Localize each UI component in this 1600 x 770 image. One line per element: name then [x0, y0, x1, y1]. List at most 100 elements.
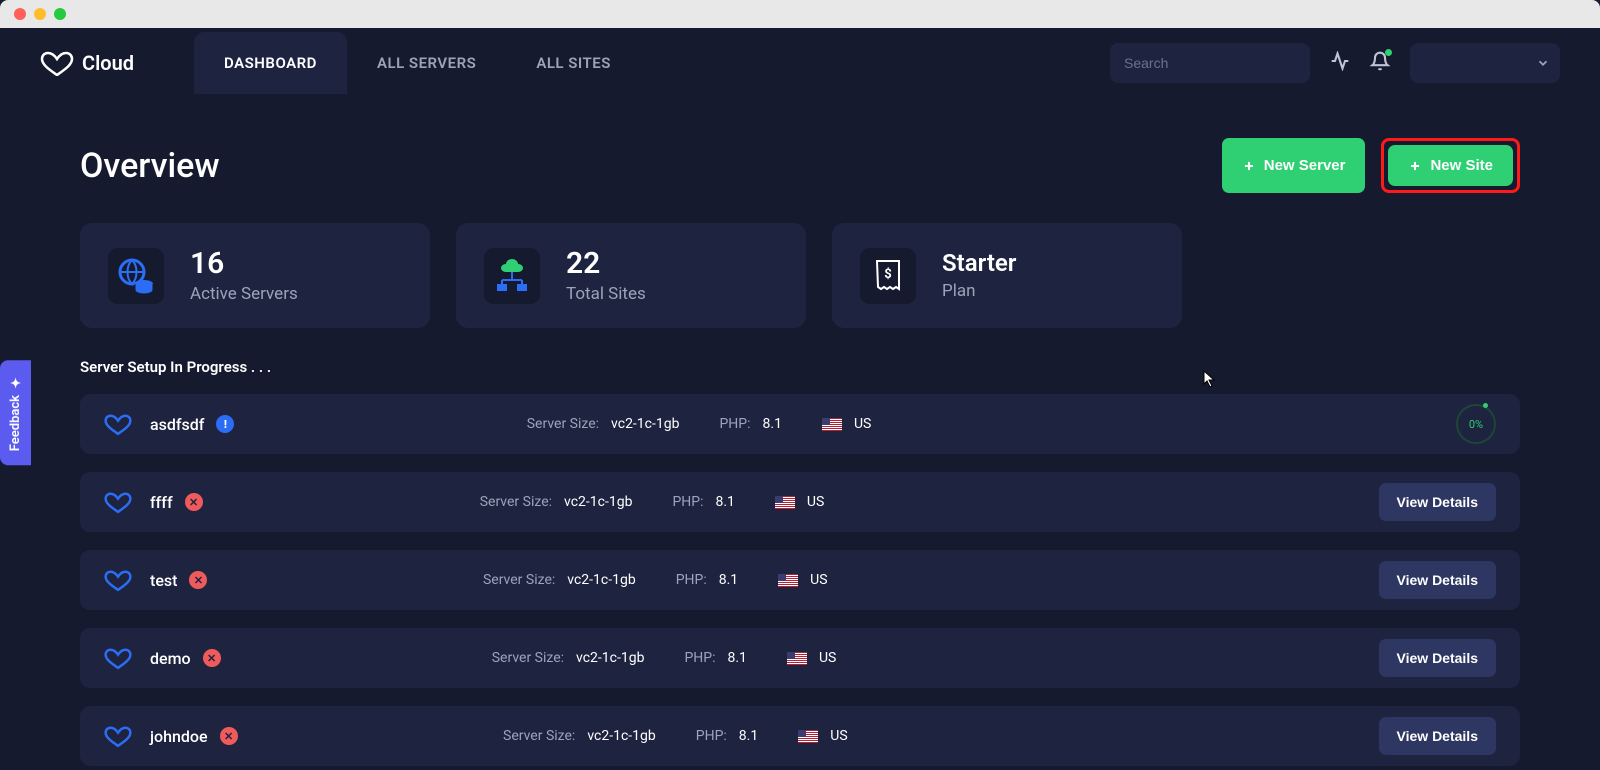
user-menu[interactable]	[1410, 43, 1560, 83]
new-site-label: New Site	[1430, 157, 1493, 174]
status-badge: ✕	[189, 571, 207, 589]
server-row[interactable]: demo✕Server Size:vc2-1c-1gbPHP:8.1USView…	[80, 628, 1520, 688]
stat-servers-value: 16	[190, 247, 298, 280]
php-value: 8.1	[763, 416, 782, 432]
server-name: asdfsdf	[150, 415, 204, 434]
size-label: Server Size:	[492, 650, 564, 666]
php-value: 8.1	[715, 494, 734, 510]
feedback-label: Feedback	[8, 395, 23, 451]
server-name: demo	[150, 649, 191, 668]
size-value: vc2-1c-1gb	[576, 650, 644, 666]
size-label: Server Size:	[480, 494, 552, 510]
size-value: vc2-1c-1gb	[587, 728, 655, 744]
country-value: US	[854, 416, 871, 432]
country-value: US	[830, 728, 847, 744]
server-details: Server Size:vc2-1c-1gbPHP:8.1US	[492, 650, 837, 666]
sparkle-icon: ✦	[8, 374, 23, 389]
stat-total-sites: 22 Total Sites	[456, 223, 806, 328]
plus-icon	[1408, 159, 1422, 173]
server-name: johndoe	[150, 727, 208, 746]
tab-dashboard[interactable]: DASHBOARD	[194, 32, 347, 94]
svg-text:$: $	[884, 267, 891, 282]
new-site-button[interactable]: New Site	[1388, 145, 1513, 186]
heart-icon	[104, 568, 132, 592]
stat-servers-label: Active Servers	[190, 284, 298, 304]
status-badge: ✕	[185, 493, 203, 511]
notifications-icon[interactable]	[1370, 51, 1390, 75]
top-nav: Cloud DASHBOARD ALL SERVERS ALL SITES	[0, 28, 1600, 98]
heart-icon	[104, 724, 132, 748]
flag-icon	[775, 496, 795, 509]
highlight-annotation: New Site	[1381, 138, 1520, 193]
notification-dot-icon	[1385, 49, 1392, 56]
receipt-icon: $	[872, 258, 904, 294]
close-window-icon[interactable]	[14, 8, 26, 20]
php-value: 8.1	[739, 728, 758, 744]
view-details-button[interactable]: View Details	[1379, 639, 1496, 677]
view-details-button[interactable]: View Details	[1379, 561, 1496, 599]
heart-icon	[104, 412, 132, 436]
php-label: PHP:	[676, 572, 707, 588]
nav-tabs: DASHBOARD ALL SERVERS ALL SITES	[194, 32, 641, 94]
php-label: PHP:	[719, 416, 750, 432]
country-value: US	[819, 650, 836, 666]
status-badge: ✕	[203, 649, 221, 667]
status-badge: !	[216, 415, 234, 433]
server-row[interactable]: ffff✕Server Size:vc2-1c-1gbPHP:8.1USView…	[80, 472, 1520, 532]
php-label: PHP:	[672, 494, 703, 510]
heart-icon	[40, 50, 74, 76]
tab-all-sites[interactable]: ALL SITES	[506, 32, 641, 94]
chevron-down-icon	[1536, 56, 1550, 70]
server-name: test	[150, 571, 177, 590]
size-label: Server Size:	[527, 416, 599, 432]
page-title: Overview	[80, 146, 220, 186]
tab-all-servers[interactable]: ALL SERVERS	[347, 32, 506, 94]
view-details-button[interactable]: View Details	[1379, 483, 1496, 521]
new-server-button[interactable]: New Server	[1222, 138, 1366, 193]
search-box[interactable]	[1110, 43, 1310, 83]
server-row[interactable]: johndoe ✕ Server Size: vc2-1c-1gb PHP: 8.1 US V…	[80, 706, 1520, 766]
flag-icon	[778, 574, 798, 587]
server-details: Server Size:vc2-1c-1gbPHP:8.1US	[483, 572, 828, 588]
status-badge: ✕	[220, 727, 238, 745]
php-value: 8.1	[728, 650, 747, 666]
flag-icon	[822, 418, 842, 431]
main-content: Overview New Server New Site 16 Active S…	[0, 98, 1600, 766]
stat-sites-value: 22	[566, 247, 646, 280]
size-label: Server Size:	[503, 728, 575, 744]
country-value: US	[810, 572, 827, 588]
brand-name: Cloud	[82, 51, 134, 75]
flag-icon	[787, 652, 807, 665]
size-value: vc2-1c-1gb	[611, 416, 679, 432]
server-details: Server Size: vc2-1c-1gb PHP: 8.1 US	[480, 494, 825, 510]
stat-active-servers: 16 Active Servers	[80, 223, 430, 328]
minimize-window-icon[interactable]	[34, 8, 46, 20]
feedback-tab[interactable]: Feedback ✦	[0, 360, 31, 465]
stat-plan-label: Plan	[942, 281, 1016, 301]
size-value: vc2-1c-1gb	[567, 572, 635, 588]
server-row[interactable]: test✕Server Size:vc2-1c-1gbPHP:8.1USView…	[80, 550, 1520, 610]
new-server-label: New Server	[1264, 157, 1346, 174]
country-value: US	[807, 494, 824, 510]
flag-icon	[798, 730, 818, 743]
progress-ring: 0%	[1456, 404, 1496, 444]
brand-logo[interactable]: Cloud	[40, 50, 134, 76]
stat-plan: $ Starter Plan	[832, 223, 1182, 328]
maximize-window-icon[interactable]	[54, 8, 66, 20]
network-icon	[492, 256, 532, 296]
server-details: Server Size: vc2-1c-1gb PHP: 8.1 US	[503, 728, 848, 744]
heart-icon	[104, 490, 132, 514]
window-titlebar	[0, 0, 1600, 28]
server-row[interactable]: asdfsdf! Server Size: vc2-1c-1gb PHP: 8.1 US 0…	[80, 394, 1520, 454]
php-label: PHP:	[696, 728, 727, 744]
activity-icon[interactable]	[1330, 51, 1350, 75]
stat-plan-value: Starter	[942, 250, 1016, 276]
size-value: vc2-1c-1gb	[564, 494, 632, 510]
view-details-button[interactable]: View Details	[1379, 717, 1496, 755]
server-details: Server Size: vc2-1c-1gb PHP: 8.1 US	[527, 416, 872, 432]
plus-icon	[1242, 159, 1256, 173]
php-value: 8.1	[719, 572, 738, 588]
heart-icon	[104, 646, 132, 670]
search-input[interactable]	[1124, 55, 1305, 71]
section-label: Server Setup In Progress . . .	[80, 358, 1520, 376]
